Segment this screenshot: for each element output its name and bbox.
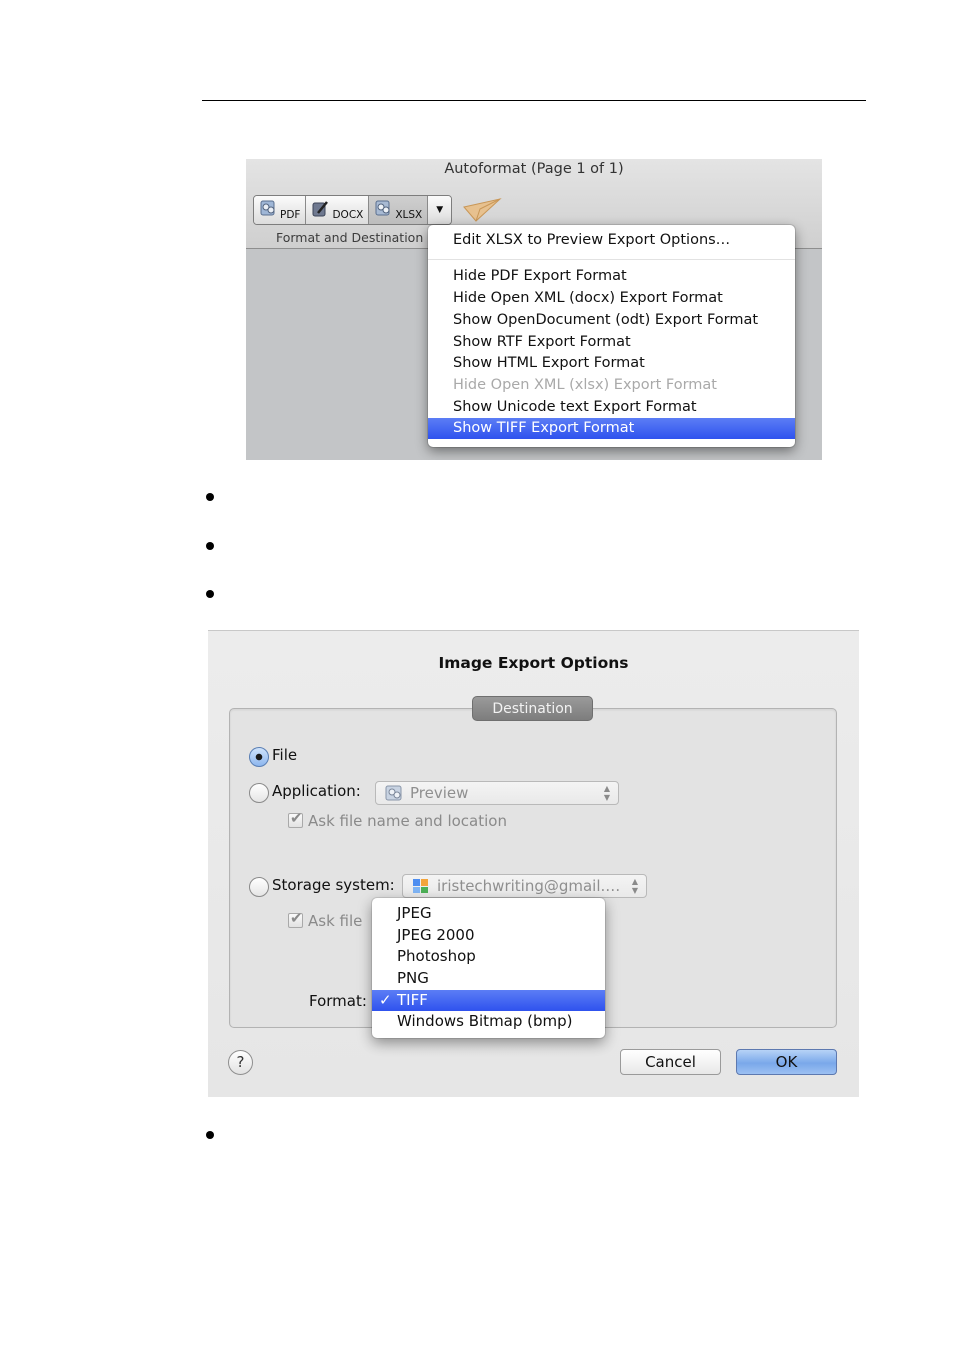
google-docs-icon: [412, 878, 430, 894]
menu-item-hide-xlsx: Hide Open XML (xlsx) Export Format: [453, 377, 717, 393]
application-label: Application:: [272, 782, 361, 800]
page-header-rule: [202, 100, 866, 101]
storage-system-radio[interactable]: [249, 877, 269, 897]
menu-item-show-html[interactable]: Show HTML Export Format: [428, 353, 795, 374]
format-option-photoshop[interactable]: Photoshop: [372, 946, 605, 967]
export-format-menu: Edit XLSX to Preview Export Options… Hid…: [428, 225, 795, 447]
dropdown-arrow-icon: ▼: [436, 205, 444, 215]
ask-file-checkbox-storage[interactable]: [288, 909, 303, 928]
format-option-tiff-label: TIFF: [397, 991, 428, 1009]
format-label: Format:: [309, 992, 367, 1010]
storage-system-select[interactable]: iristechwriting@gmail.… ▲ ▼: [402, 874, 647, 898]
format-option-bmp[interactable]: Windows Bitmap (bmp): [372, 1011, 605, 1032]
bullet-point: [206, 493, 214, 501]
file-radio[interactable]: [249, 747, 269, 767]
application-radio[interactable]: [249, 783, 269, 803]
dialog-title: Image Export Options: [438, 654, 629, 672]
xlsx-format-button[interactable]: XLSX: [369, 196, 429, 224]
help-button[interactable]: ?: [228, 1050, 253, 1075]
preview-app-icon: [385, 785, 403, 801]
menu-item-edit-options[interactable]: Edit XLSX to Preview Export Options…: [428, 230, 795, 251]
updown-arrows-icon: ▲ ▼: [631, 877, 638, 895]
format-destination-label: Format and Destination: [276, 230, 424, 245]
format-option-png[interactable]: PNG: [372, 968, 605, 989]
storage-system-select-value: iristechwriting@gmail.…: [437, 877, 621, 895]
ok-button[interactable]: OK: [736, 1049, 837, 1075]
updown-arrows-icon: ▲ ▼: [603, 784, 610, 802]
ask-file-label-application: Ask file name and location: [308, 812, 507, 830]
menu-item-show-unicode[interactable]: Show Unicode text Export Format: [428, 397, 795, 418]
format-segmented-control: PDF DOCX XLSX ▼: [253, 195, 453, 225]
autoformat-window-screenshot: Autoformat (Page 1 of 1) PDF DOCX XLSX ▼…: [246, 159, 822, 460]
menu-item-show-tiff[interactable]: Show TIFF Export Format: [428, 418, 795, 439]
storage-system-label: Storage system:: [272, 876, 395, 894]
application-select-value: Preview: [410, 784, 469, 802]
bullet-point: [206, 590, 214, 598]
pdf-format-button[interactable]: PDF: [254, 196, 307, 224]
menu-item-show-rtf[interactable]: Show RTF Export Format: [428, 332, 795, 353]
format-dropdown-menu: JPEG JPEG 2000 Photoshop PNG ✓ TIFF Wind…: [372, 898, 605, 1038]
format-option-tiff[interactable]: ✓ TIFF: [372, 990, 605, 1011]
xlsx-format-label: XLSX: [395, 209, 423, 221]
menu-separator: [428, 259, 795, 260]
paper-plane-icon[interactable]: [462, 197, 502, 223]
bullet-point: [206, 542, 214, 550]
cancel-button[interactable]: Cancel: [620, 1049, 721, 1075]
format-option-jpeg[interactable]: JPEG: [372, 903, 605, 924]
menu-item-hide-pdf[interactable]: Hide PDF Export Format: [428, 266, 795, 287]
docx-format-label: DOCX: [332, 209, 364, 221]
window-title: Autoformat (Page 1 of 1): [444, 161, 624, 177]
ask-file-label-storage: Ask file: [308, 912, 363, 930]
image-export-options-dialog: Image Export Options Destination File Ap…: [208, 630, 859, 1097]
pdf-format-icon: [258, 199, 278, 219]
ask-file-checkbox-application[interactable]: [288, 809, 303, 828]
file-label: File: [272, 746, 298, 764]
destination-tab: Destination: [472, 696, 593, 721]
application-select[interactable]: Preview ▲ ▼: [375, 781, 619, 805]
checkmark-icon: ✓: [379, 991, 392, 1009]
menu-item-hide-docx[interactable]: Hide Open XML (docx) Export Format: [428, 288, 795, 309]
xlsx-format-icon: [373, 199, 393, 219]
docx-format-icon: [310, 199, 330, 219]
format-option-jpeg2000[interactable]: JPEG 2000: [372, 925, 605, 946]
menu-item-show-odt[interactable]: Show OpenDocument (odt) Export Format: [428, 310, 795, 331]
pdf-format-label: PDF: [280, 209, 301, 221]
format-dropdown-button[interactable]: ▼: [428, 196, 452, 224]
docx-format-button[interactable]: DOCX: [306, 196, 370, 224]
bullet-point: [206, 1131, 214, 1139]
